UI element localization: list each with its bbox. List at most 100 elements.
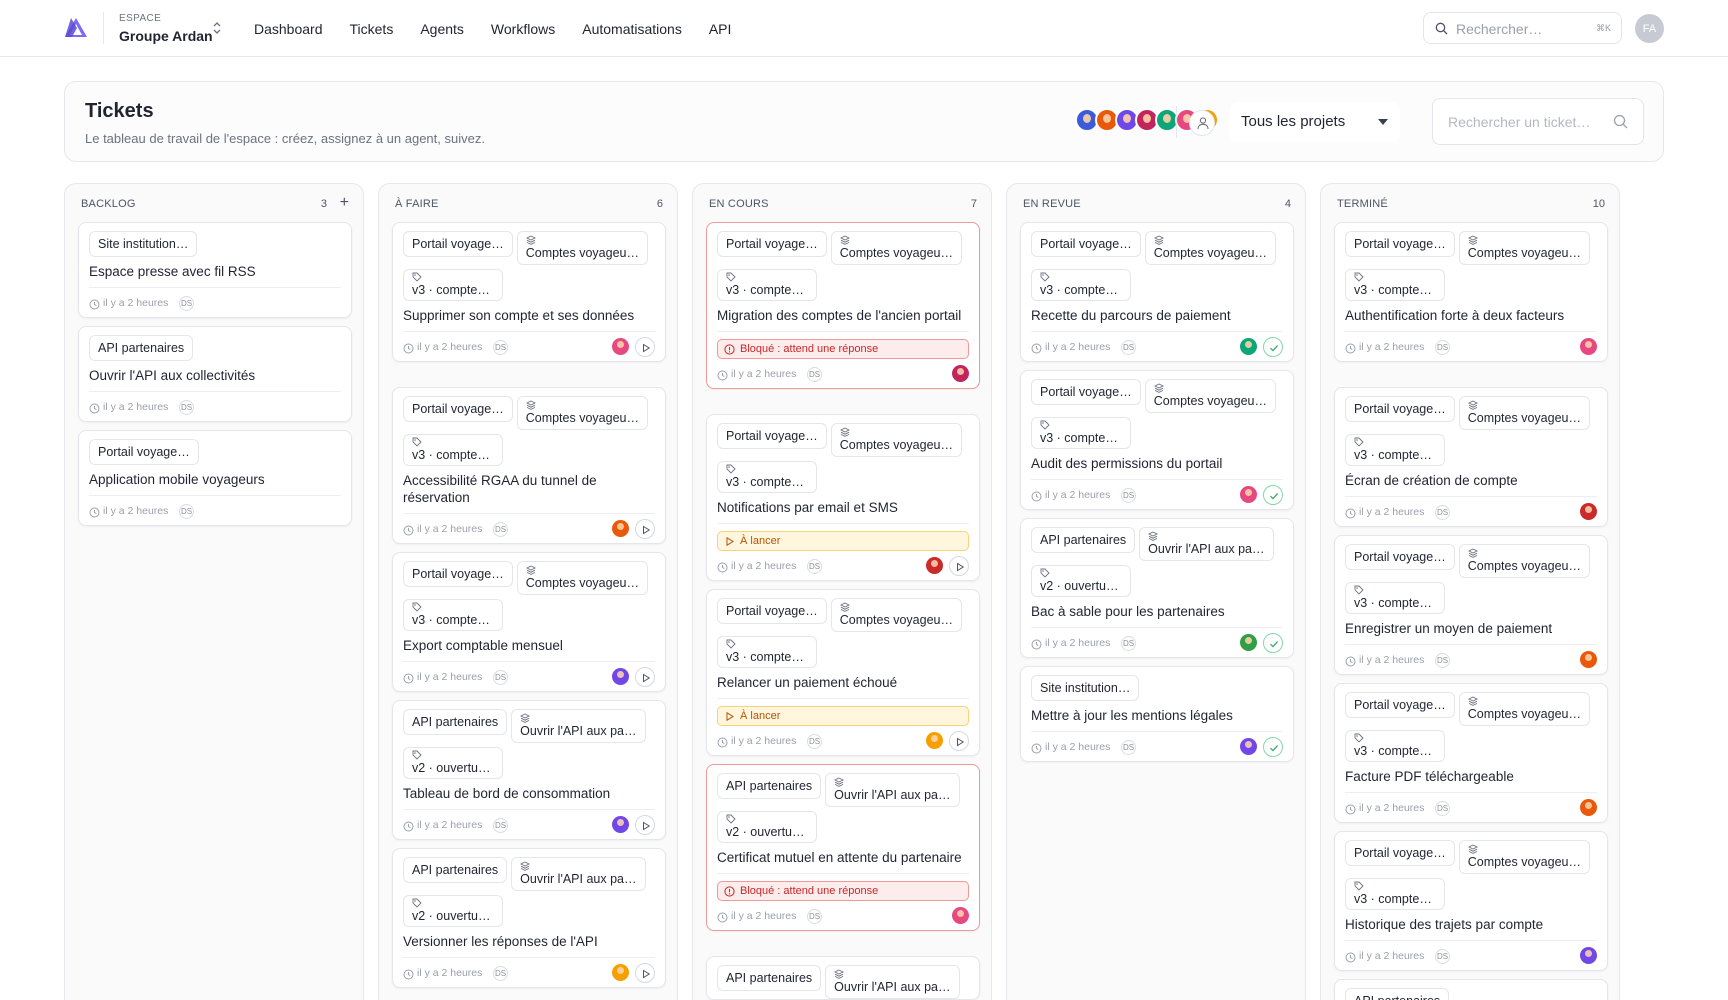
ticket-card[interactable]: Portail voyage… Comptes voyageu… v3 · comp… — [1020, 222, 1294, 362]
project-chip[interactable]: Portail voyage… — [403, 231, 513, 257]
epic-chip[interactable]: Ouvrir l'API aux pa… — [825, 773, 960, 807]
epic-chip[interactable]: Comptes voyageu… — [1144, 379, 1276, 413]
assignee-avatar[interactable] — [1240, 486, 1257, 503]
assignee-avatar[interactable] — [612, 964, 629, 981]
ticket-card[interactable]: API partenaires Ouvrir l'API aux pa… v2 · … — [392, 848, 666, 988]
nav-api[interactable]: API — [709, 21, 732, 37]
workspace-switcher[interactable]: ESPACE Groupe Ardan — [119, 13, 213, 44]
assignee-avatar[interactable] — [612, 520, 629, 537]
epic-chip[interactable]: Comptes voyageu… — [830, 598, 962, 632]
assignee-avatar[interactable] — [926, 557, 943, 574]
assignee-avatar[interactable] — [1240, 338, 1257, 355]
chevron-up-down-icon[interactable] — [212, 20, 222, 36]
ticket-card[interactable]: Portail voyage… Comptes voyageu… v3 · comp… — [706, 589, 980, 756]
project-chip[interactable]: Portail voyage… — [403, 561, 513, 587]
epic-chip[interactable]: Comptes voyageu… — [1144, 231, 1276, 265]
approve-button[interactable] — [1263, 737, 1283, 757]
version-chip[interactable]: v3 · comptes… — [717, 461, 817, 493]
ticket-card[interactable]: Portail voyage… Comptes voyageu… v3 · comp… — [706, 222, 980, 389]
epic-chip[interactable]: Comptes voyageu… — [516, 231, 648, 265]
run-agent-button[interactable] — [635, 667, 655, 687]
version-chip[interactable]: v2 · ouvertur… — [403, 895, 503, 927]
ticket-card[interactable]: Portail voyage… Comptes voyageu… v3 · comp… — [1334, 535, 1608, 675]
version-chip[interactable]: v3 · comptes… — [403, 599, 503, 631]
project-chip[interactable]: API partenaires — [403, 709, 508, 735]
assignee-avatar[interactable] — [1580, 338, 1597, 355]
ticket-card[interactable]: API partenaires Ouvrir l'API aux pa… v2 · … — [1020, 518, 1294, 658]
epic-chip[interactable]: Ouvrir l'API aux pa… — [1139, 527, 1274, 561]
version-chip[interactable]: v3 · comptes… — [1345, 730, 1445, 762]
epic-chip[interactable]: Comptes voyageu… — [1458, 692, 1590, 726]
assignee-avatar[interactable] — [952, 365, 969, 382]
project-chip[interactable]: Portail voyage… — [1345, 840, 1455, 866]
project-chip[interactable]: Site institution… — [89, 231, 198, 257]
run-agent-button[interactable] — [949, 556, 969, 576]
project-chip[interactable]: Portail voyage… — [1345, 231, 1455, 257]
version-chip[interactable]: v3 · comptes… — [1345, 878, 1445, 910]
ticket-card[interactable]: Portail voyage… Comptes voyageu… v3 · comp… — [706, 414, 980, 581]
ticket-card[interactable]: API partenaires Ouvrir l'API aux pa… — [706, 956, 980, 1000]
project-chip[interactable]: Portail voyage… — [1031, 231, 1141, 257]
ticket-card[interactable]: Portail voyage… Application mobile voyage… — [78, 430, 352, 526]
epic-chip[interactable]: Comptes voyageu… — [1458, 231, 1590, 265]
version-chip[interactable]: v3 · comptes… — [717, 269, 817, 301]
assignee-avatar[interactable] — [1580, 947, 1597, 964]
project-chip[interactable]: Portail voyage… — [717, 231, 827, 257]
project-chip[interactable]: Portail voyage… — [89, 439, 199, 465]
project-chip[interactable]: Portail voyage… — [717, 598, 827, 624]
approve-button[interactable] — [1263, 633, 1283, 653]
project-chip[interactable]: Portail voyage… — [1345, 396, 1455, 422]
ticket-card[interactable]: API partenaires Ouvrir l'API aux pa… v2 · … — [706, 764, 980, 931]
project-chip[interactable]: API partenaires — [717, 965, 822, 991]
epic-chip[interactable]: Ouvrir l'API aux pa… — [511, 709, 646, 743]
project-chip[interactable]: Portail voyage… — [1345, 544, 1455, 570]
epic-chip[interactable]: Ouvrir l'API aux pa… — [825, 965, 960, 999]
ticket-card[interactable]: Portail voyage… Comptes voyageu… v3 · comp… — [392, 222, 666, 362]
ticket-card[interactable]: Portail voyage… Comptes voyageu… v3 · comp… — [1334, 831, 1608, 971]
project-chip[interactable]: Portail voyage… — [717, 423, 827, 449]
nav-tickets[interactable]: Tickets — [350, 21, 394, 37]
assignee-avatar[interactable] — [1580, 503, 1597, 520]
assignee-avatar[interactable] — [952, 907, 969, 924]
assignee-avatar[interactable] — [1580, 651, 1597, 668]
version-chip[interactable]: v3 · comptes… — [1031, 269, 1131, 301]
epic-chip[interactable]: Ouvrir l'API aux pa… — [511, 857, 646, 891]
version-chip[interactable]: v3 · comptes… — [1345, 582, 1445, 614]
version-chip[interactable]: v3 · comptes… — [403, 434, 503, 466]
run-agent-button[interactable] — [635, 815, 655, 835]
nav-dashboard[interactable]: Dashboard — [254, 21, 323, 37]
version-chip[interactable]: v3 · comptes… — [717, 636, 817, 668]
project-chip[interactable]: Site institution… — [1031, 675, 1140, 701]
version-chip[interactable]: v2 · ouvertur… — [403, 747, 503, 779]
ticket-card[interactable]: Portail voyage… Comptes voyageu… v3 · comp… — [1334, 222, 1608, 362]
ticket-card[interactable]: Site institution… Espace presse avec fil … — [78, 222, 352, 318]
nav-agents[interactable]: Agents — [420, 21, 464, 37]
ticket-card[interactable]: Portail voyage… Comptes voyageu… v3 · comp… — [1020, 370, 1294, 510]
project-chip[interactable]: API partenaires — [403, 857, 508, 883]
epic-chip[interactable]: Comptes voyageu… — [1458, 840, 1590, 874]
assignee-avatar[interactable] — [1240, 738, 1257, 755]
epic-chip[interactable]: Comptes voyageu… — [830, 423, 962, 457]
ticket-card[interactable]: Site institution… Mettre à jour les menti… — [1020, 666, 1294, 762]
version-chip[interactable]: v3 · comptes… — [403, 269, 503, 301]
epic-chip[interactable]: Comptes voyageu… — [1458, 544, 1590, 578]
ticket-card[interactable]: Portail voyage… Comptes voyageu… v3 · comp… — [1334, 683, 1608, 823]
ticket-search-input[interactable]: Rechercher un ticket… — [1432, 98, 1644, 145]
epic-chip[interactable]: Comptes voyageu… — [830, 231, 962, 265]
project-chip[interactable]: API partenaires — [717, 773, 822, 799]
project-chip[interactable]: API partenaires — [1031, 527, 1136, 553]
ticket-card[interactable]: API partenaires Ouvrir l'API aux collecti… — [78, 326, 352, 422]
run-agent-button[interactable] — [635, 963, 655, 983]
epic-chip[interactable]: Comptes voyageu… — [516, 396, 648, 430]
ticket-card[interactable]: Portail voyage… Comptes voyageu… v3 · comp… — [1334, 387, 1608, 527]
version-chip[interactable]: v2 · ouvertur… — [717, 811, 817, 843]
approve-button[interactable] — [1263, 337, 1283, 357]
app-logo-icon[interactable] — [64, 17, 88, 39]
version-chip[interactable]: v3 · comptes… — [1345, 434, 1445, 466]
run-agent-button[interactable] — [635, 337, 655, 357]
version-chip[interactable]: v3 · comptes… — [1345, 269, 1445, 301]
user-avatar[interactable]: FA — [1635, 14, 1664, 43]
project-chip[interactable]: Portail voyage… — [1031, 379, 1141, 405]
approve-button[interactable] — [1263, 485, 1283, 505]
project-chip[interactable]: API partenaires — [1345, 988, 1450, 1000]
